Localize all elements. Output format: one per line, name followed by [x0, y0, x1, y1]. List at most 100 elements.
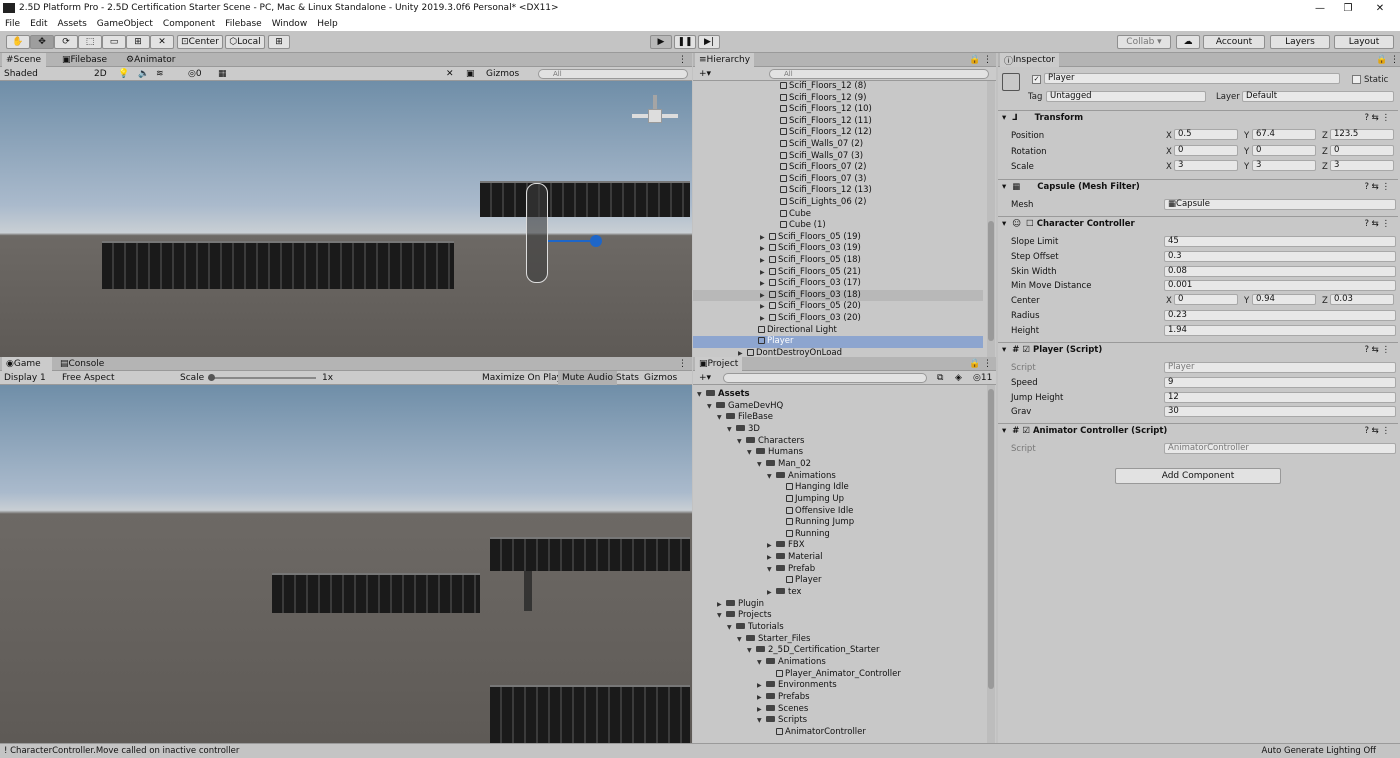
hand-tool-icon[interactable]: ✋ [6, 35, 30, 49]
tab-animator[interactable]: ⚙ Animator [122, 53, 179, 67]
display-dropdown[interactable]: Display 1 [0, 371, 56, 385]
animator-script-menu-icon[interactable]: ? ⇆ ⋮ [1364, 424, 1390, 439]
project-item[interactable]: ▼ GameDevHQ [693, 401, 987, 413]
game-viewport[interactable] [0, 385, 692, 743]
project-item[interactable]: ▼ Animations [693, 471, 987, 483]
hierarchy-item[interactable]: Scifi_Floors_12 (12) [693, 127, 983, 139]
project-item[interactable]: ▶ tex [693, 587, 987, 599]
project-item[interactable]: Offensive Idle [693, 506, 987, 518]
center-y-field[interactable]: 0.94 [1252, 294, 1316, 305]
project-item[interactable]: ▶ Environments [693, 680, 987, 692]
gizmo-y-axis[interactable] [653, 95, 657, 109]
rect-tool-icon[interactable]: ▭ [102, 35, 126, 49]
maximize-button[interactable]: ❐ [1334, 0, 1362, 16]
tab-filebase[interactable]: ▣ Filebase [58, 53, 111, 67]
expand-arrow-icon[interactable]: ▼ [737, 634, 746, 646]
hierarchy-item[interactable]: ▶ Scifi_Floors_05 (18) [693, 255, 983, 267]
maximize-on-play-toggle[interactable]: Maximize On Play [478, 371, 566, 385]
custom-tool-icon[interactable]: ✕ [150, 35, 174, 49]
player-script-header[interactable]: ▾ # ☑ Player (Script)? ⇆ ⋮ [998, 342, 1398, 358]
filter-type-icon[interactable]: ⧉ [933, 371, 947, 385]
axis-label-z[interactable]: Z [1322, 296, 1328, 306]
static-checkbox[interactable] [1352, 75, 1361, 84]
character-controller-header[interactable]: ▾ ☺ ☐ Character Controller? ⇆ ⋮ [998, 216, 1398, 232]
account-dropdown[interactable]: Account [1203, 35, 1265, 49]
project-item[interactable]: Jumping Up [693, 494, 987, 506]
hierarchy-item[interactable]: Scifi_Floors_12 (11) [693, 116, 983, 128]
hierarchy-item[interactable]: Scifi_Floors_07 (3) [693, 174, 983, 186]
expand-arrow-icon[interactable]: ▼ [697, 389, 706, 401]
hierarchy-item[interactable]: Scifi_Floors_12 (9) [693, 93, 983, 105]
hierarchy-item[interactable]: ▶ Scifi_Floors_05 (20) [693, 301, 983, 313]
expand-arrow-icon[interactable]: ▶ [760, 267, 769, 279]
axis-label-y[interactable]: Y [1244, 131, 1249, 141]
project-item[interactable]: AnimatorController [693, 727, 987, 739]
position-z-field[interactable]: 123.5 [1330, 129, 1394, 140]
expand-arrow-icon[interactable]: ▶ [767, 540, 776, 552]
pause-button[interactable]: ❚❚ [674, 35, 696, 49]
tab-inspector[interactable]: ⓘ Inspector [1000, 53, 1059, 67]
expand-arrow-icon[interactable]: ▼ [717, 610, 726, 622]
hierarchy-menu-icon[interactable]: ⋮ [979, 53, 996, 67]
height-field[interactable]: 1.94 [1164, 325, 1396, 336]
radius-field[interactable]: 0.23 [1164, 310, 1396, 321]
hierarchy-item[interactable]: ▶ Scifi_Floors_05 (19) [693, 232, 983, 244]
move-tool-icon[interactable]: ✥ [30, 35, 54, 49]
expand-arrow-icon[interactable]: ▶ [760, 301, 769, 313]
expand-arrow-icon[interactable]: ▼ [747, 447, 756, 459]
hierarchy-scrollbar[interactable] [987, 81, 995, 357]
expand-arrow-icon[interactable]: ▼ [757, 459, 766, 471]
jump-height-field[interactable]: 12 [1164, 392, 1396, 403]
player-script-enabled-checkbox[interactable]: ☑ [1022, 345, 1030, 355]
scale-slider[interactable] [208, 377, 316, 379]
scale-x-field[interactable]: 3 [1174, 160, 1238, 171]
expand-arrow-icon[interactable]: ▶ [760, 243, 769, 255]
scale-y-field[interactable]: 3 [1252, 160, 1316, 171]
meshfilter-menu-icon[interactable]: ? ⇆ ⋮ [1364, 180, 1390, 195]
scene-orientation-gizmo[interactable] [632, 95, 678, 141]
meshfilter-header[interactable]: ▾ ▦ Capsule (Mesh Filter)? ⇆ ⋮ [998, 179, 1398, 195]
expand-arrow-icon[interactable]: ▶ [760, 232, 769, 244]
project-item[interactable]: ▼ Characters [693, 436, 987, 448]
expand-arrow-icon[interactable]: ▶ [760, 290, 769, 302]
active-checkbox[interactable]: ✓ [1032, 75, 1041, 84]
hierarchy-item[interactable]: Scifi_Walls_07 (2) [693, 139, 983, 151]
project-item[interactable]: ▼ Projects [693, 610, 987, 622]
effects-icon[interactable]: ≋ [152, 67, 168, 81]
expand-arrow-icon[interactable]: ▶ [767, 552, 776, 564]
min-move-field[interactable]: 0.001 [1164, 280, 1396, 291]
hierarchy-item[interactable]: ▶ Scifi_Floors_03 (18) [693, 289, 983, 302]
animator-controller-header[interactable]: ▾ # ☑ Animator Controller (Script)? ⇆ ⋮ [998, 423, 1398, 439]
expand-arrow-icon[interactable]: ▼ [737, 436, 746, 448]
tag-dropdown[interactable]: Untagged [1046, 91, 1206, 102]
axis-label-x[interactable]: X [1166, 296, 1172, 306]
component-menu-icon[interactable]: ? ⇆ ⋮ [1364, 111, 1390, 126]
rotation-z-field[interactable]: 0 [1330, 145, 1394, 156]
hierarchy-item[interactable]: Scifi_Floors_12 (13) [693, 185, 983, 197]
gizmos-dropdown[interactable]: Gizmos [482, 67, 523, 81]
expand-arrow-icon[interactable]: ▼ [747, 645, 756, 657]
project-item[interactable]: ▼ Scripts [693, 715, 987, 727]
tab-scene[interactable]: # Scene [2, 53, 46, 67]
rotation-y-field[interactable]: 0 [1252, 145, 1316, 156]
lighting-icon[interactable]: 💡 [114, 67, 133, 81]
project-create-icon[interactable]: +▾ [695, 371, 715, 385]
step-button[interactable]: ▶| [698, 35, 720, 49]
move-gizmo-handle[interactable] [590, 235, 602, 247]
center-x-field[interactable]: 0 [1174, 294, 1238, 305]
expand-arrow-icon[interactable]: ▼ [727, 424, 736, 436]
expand-arrow-icon[interactable]: ▶ [757, 704, 766, 716]
gizmo-z-axis[interactable] [662, 114, 678, 118]
object-name-field[interactable]: Player [1044, 73, 1340, 84]
speed-field[interactable]: 9 [1164, 377, 1396, 388]
axis-label-y[interactable]: Y [1244, 147, 1249, 157]
tab-project[interactable]: ▣ Project [695, 357, 743, 371]
play-button[interactable]: ▶ [650, 35, 672, 49]
cloud-icon[interactable]: ☁ [1176, 35, 1200, 49]
hierarchy-item[interactable]: Scifi_Floors_07 (2) [693, 162, 983, 174]
project-item[interactable]: ▼ 2_5D_Certification_Starter [693, 645, 987, 657]
project-item[interactable]: ▶ Scenes [693, 704, 987, 716]
menu-component[interactable]: Component [158, 19, 220, 29]
axis-label-z[interactable]: Z [1322, 162, 1328, 172]
expand-arrow-icon[interactable]: ▶ [757, 692, 766, 704]
